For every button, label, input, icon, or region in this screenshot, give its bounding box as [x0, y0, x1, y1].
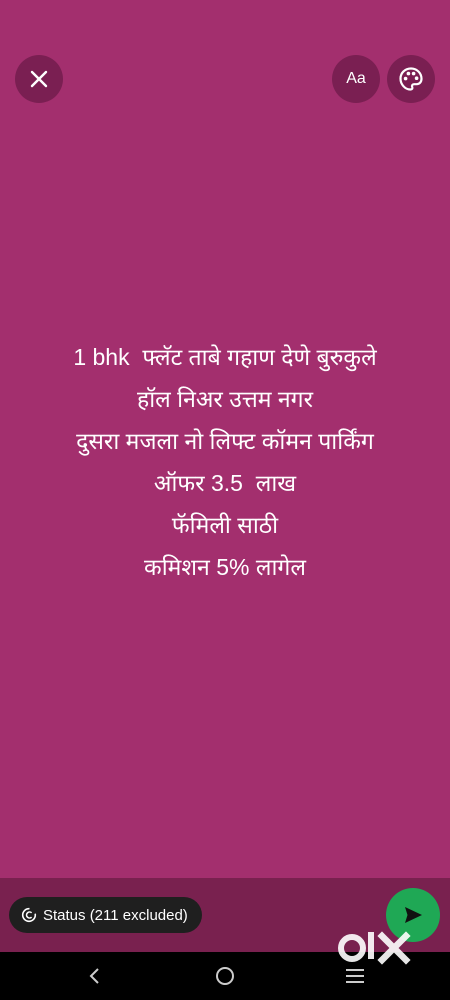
- status-text-line: 1 bhk फ्लॅट ताबे गहाण देणे बुरुकुले: [73, 344, 377, 370]
- status-text-line: हॉल निअर उत्तम नगर: [136, 386, 313, 412]
- status-text-line: ऑफर 3.5 लाख: [153, 470, 297, 496]
- close-button[interactable]: [15, 55, 63, 103]
- status-text-line: कमिशन 5% लागेल: [144, 554, 306, 580]
- close-icon: [30, 70, 48, 88]
- font-style-button[interactable]: Aa: [332, 55, 380, 103]
- back-chevron-icon: [89, 968, 99, 984]
- home-circle-icon: [216, 967, 234, 985]
- nav-back-button[interactable]: [83, 964, 107, 988]
- status-audience-chip[interactable]: Status (211 excluded): [9, 897, 202, 933]
- status-text-line: फॅमिली साठी: [171, 512, 279, 538]
- status-audience-label: Status (211 excluded): [43, 906, 188, 924]
- menu-lines-icon: [346, 969, 364, 983]
- color-palette-button[interactable]: [387, 55, 435, 103]
- font-style-label: Aa: [346, 70, 366, 87]
- privacy-icon: [21, 907, 37, 923]
- status-composer-screen: Aa 1 bhk फ्लॅट ताबे गहाण देणे बुरुकुले ह…: [0, 0, 450, 1000]
- palette-icon: [399, 67, 423, 91]
- status-text-content[interactable]: 1 bhk फ्लॅट ताबे गहाण देणे बुरुकुले हॉल …: [0, 336, 450, 588]
- nav-home-button[interactable]: [213, 964, 237, 988]
- send-icon: [405, 907, 422, 923]
- status-text-line: दुसरा मजला नो लिफ्ट कॉमन पार्किंग: [76, 428, 374, 454]
- olx-watermark-logo: [338, 931, 411, 965]
